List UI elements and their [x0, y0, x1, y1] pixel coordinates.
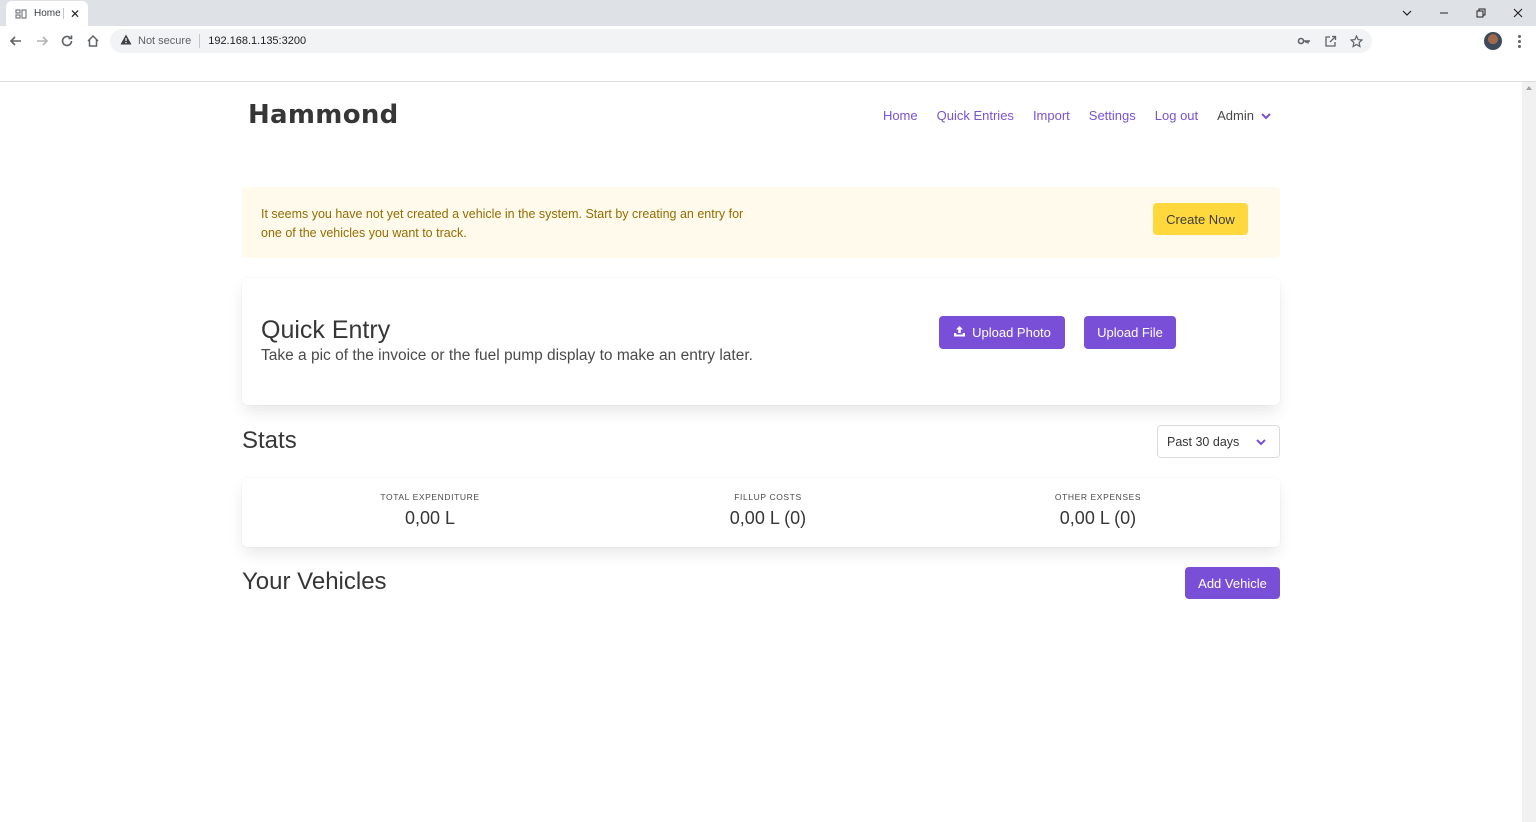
vehicles-title: Your Vehicles: [242, 568, 387, 595]
stat-label: TOTAL EXPENDITURE: [380, 492, 480, 502]
stats-period-select[interactable]: Past 30 days: [1157, 425, 1280, 458]
browser-toolbar: Not secure 192.168.1.135:3200: [0, 26, 1536, 56]
scroll-up-arrow-icon[interactable]: [1526, 86, 1532, 90]
url-text: 192.168.1.135:3200: [208, 35, 307, 47]
stat-fillup-costs: FILLUP COSTS 0,00 L (0): [668, 492, 868, 529]
top-nav: Home Quick Entries Import Settings Log o…: [864, 108, 1272, 123]
browser-menu-icon[interactable]: [1512, 31, 1526, 51]
stat-value: 0,00 L: [404, 508, 456, 528]
nav-import[interactable]: Import: [1033, 108, 1070, 123]
stat-value: 0,00 L (0): [729, 508, 807, 528]
nav-home[interactable]: Home: [883, 108, 918, 123]
stat-value: 0,00 L (0): [1059, 508, 1137, 528]
add-vehicle-button[interactable]: Add Vehicle: [1185, 567, 1280, 599]
stats-period-value: Past 30 days: [1167, 434, 1240, 449]
app-favicon-icon: [14, 7, 28, 21]
close-icon[interactable]: ✕: [68, 7, 82, 21]
tab-divider: [63, 8, 64, 19]
nav-logout[interactable]: Log out: [1155, 108, 1198, 123]
chevron-down-icon: [1260, 110, 1272, 122]
upload-photo-label: Upload Photo: [972, 325, 1051, 340]
notice-text: It seems you have not yet created a vehi…: [261, 207, 744, 240]
user-menu[interactable]: Admin: [1217, 108, 1272, 123]
window-close-icon[interactable]: [1500, 0, 1536, 26]
upload-photo-button[interactable]: Upload Photo: [939, 316, 1065, 349]
stats-title: Stats: [242, 427, 297, 454]
restore-icon[interactable]: [1463, 0, 1499, 26]
tab-title: Home: [34, 8, 61, 19]
brand-logo[interactable]: Hammond: [248, 100, 399, 130]
reload-icon[interactable]: [55, 29, 79, 53]
stats-card: TOTAL EXPENDITURE 0,00 L FILLUP COSTS 0,…: [242, 478, 1280, 547]
arrow-right-icon[interactable]: [30, 29, 54, 53]
page-scrollbar[interactable]: [1522, 82, 1536, 822]
page-viewport: Hammond Home Quick Entries Import Settin…: [0, 82, 1522, 822]
stat-label: OTHER EXPENSES: [1054, 492, 1142, 502]
upload-file-button[interactable]: Upload File: [1084, 316, 1176, 349]
arrow-left-icon[interactable]: [4, 29, 28, 53]
warning-triangle-icon[interactable]: [120, 34, 132, 48]
stat-other-expenses: OTHER EXPENSES 0,00 L (0): [998, 492, 1198, 529]
no-vehicle-notice: It seems you have not yet created a vehi…: [242, 187, 1280, 258]
security-label: Not secure: [138, 35, 192, 47]
user-menu-label: Admin: [1217, 108, 1254, 123]
upload-icon: [953, 325, 966, 341]
key-icon[interactable]: [1296, 33, 1312, 49]
stat-total-expenditure: TOTAL EXPENDITURE 0,00 L: [330, 492, 530, 529]
address-bar[interactable]: Not secure 192.168.1.135:3200: [110, 29, 1372, 53]
chevron-down-icon: [1255, 436, 1267, 448]
browser-tab-strip: Home ✕: [0, 0, 1536, 26]
address-divider: [199, 34, 201, 48]
stat-label: FILLUP COSTS: [734, 492, 802, 502]
star-icon[interactable]: [1348, 33, 1364, 49]
profile-avatar[interactable]: [1484, 32, 1502, 50]
browser-tab[interactable]: Home ✕: [6, 1, 88, 26]
quick-entry-title: Quick Entry: [261, 316, 391, 344]
nav-quick-entries[interactable]: Quick Entries: [937, 108, 1014, 123]
quick-entry-subtitle: Take a pic of the invoice or the fuel pu…: [261, 347, 753, 364]
create-now-button[interactable]: Create Now: [1153, 203, 1248, 235]
minimize-icon[interactable]: [1426, 0, 1462, 26]
nav-settings[interactable]: Settings: [1089, 108, 1136, 123]
tab-search-chevron-down-icon[interactable]: [1389, 0, 1425, 26]
quick-entry-card: Quick Entry Take a pic of the invoice or…: [242, 278, 1280, 405]
home-icon[interactable]: [81, 29, 105, 53]
share-icon[interactable]: [1322, 33, 1338, 49]
